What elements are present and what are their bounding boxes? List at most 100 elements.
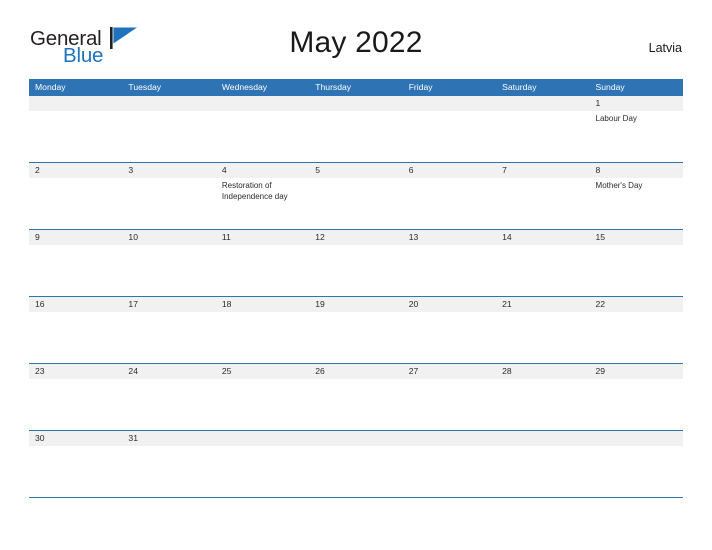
weekday-header-monday: Monday	[35, 82, 66, 92]
day-number	[502, 431, 589, 446]
calendar-day-empty	[309, 431, 402, 497]
calendar-week-row: 1 Labour Day	[29, 96, 683, 162]
calendar-day-empty	[403, 96, 496, 162]
day-events: Mother's Day	[596, 180, 683, 191]
day-number: 7	[502, 165, 507, 175]
day-number	[35, 96, 122, 111]
day-number	[315, 431, 402, 446]
calendar-day-cell[interactable]: 8 Mother's Day	[590, 163, 683, 229]
calendar-day-cell[interactable]: 23	[29, 364, 122, 430]
calendar-day-cell[interactable]: 2	[29, 163, 122, 229]
day-number: 20	[408, 299, 419, 309]
calendar-day-empty	[122, 96, 215, 162]
calendar-bottom-rule	[29, 497, 683, 498]
calendar-day-empty	[590, 431, 683, 497]
calendar-day-cell[interactable]: 13	[403, 230, 496, 296]
holiday-event-label: Mother's Day	[595, 181, 643, 190]
day-number: 19	[315, 299, 325, 309]
calendar-day-cell[interactable]: 20	[403, 297, 496, 363]
calendar-day-cell[interactable]: 5	[309, 163, 402, 229]
page-title: May 2022	[289, 26, 423, 59]
weekday-header-wednesday: Wednesday	[221, 82, 268, 92]
calendar-day-cell[interactable]: 30	[29, 431, 122, 497]
page-header: General Blue May 2022 Latvia	[0, 0, 712, 67]
day-number	[222, 431, 309, 446]
holiday-event-label: Restoration of Independence day	[221, 181, 288, 201]
calendar-day-cell[interactable]: 14	[496, 230, 589, 296]
day-number: 29	[595, 366, 606, 376]
week-days: 16 17 18 19 20 21 22	[29, 297, 683, 363]
calendar-day-cell[interactable]: 19	[309, 297, 402, 363]
day-number: 6	[408, 165, 414, 175]
day-number: 4	[221, 165, 227, 175]
week-days: 1 Labour Day	[29, 96, 683, 162]
day-number: 3	[128, 165, 134, 175]
calendar-day-cell[interactable]: 4 Restoration of Independence day	[216, 163, 309, 229]
calendar-day-cell[interactable]: 17	[122, 297, 215, 363]
calendar-day-cell[interactable]: 6	[403, 163, 496, 229]
calendar-day-cell[interactable]: 24	[122, 364, 215, 430]
calendar-week-row: 30 31	[29, 430, 683, 497]
calendar-day-empty	[496, 96, 589, 162]
calendar-day-cell[interactable]: 1 Labour Day	[590, 96, 683, 162]
calendar-day-empty	[216, 96, 309, 162]
week-days: 23 24 25 26 27 28 29	[29, 364, 683, 430]
calendar-day-empty	[496, 431, 589, 497]
day-number: 12	[315, 232, 325, 242]
day-number: 10	[128, 232, 138, 242]
day-number: 8	[595, 165, 601, 175]
day-number: 14	[502, 232, 512, 242]
calendar-grid: Monday Tuesday Wednesday Thursday Friday Satu…	[29, 79, 683, 498]
weekday-header-saturday: Saturday	[502, 82, 537, 92]
calendar-day-cell[interactable]: 31	[122, 431, 215, 497]
day-number	[315, 96, 402, 111]
day-number: 16	[35, 299, 45, 309]
calendar-day-cell[interactable]: 11	[216, 230, 309, 296]
day-number: 27	[408, 366, 419, 376]
calendar-day-cell[interactable]: 27	[403, 364, 496, 430]
calendar-day-empty	[403, 431, 496, 497]
calendar-day-cell[interactable]: 28	[496, 364, 589, 430]
calendar-day-empty	[216, 431, 309, 497]
day-number: 31	[128, 433, 138, 443]
calendar-day-cell[interactable]: 26	[309, 364, 402, 430]
calendar-week-row: 2 3 4 Restoration of Independence day 5 6 7 8 Mo…	[29, 162, 683, 229]
day-number: 26	[315, 366, 325, 376]
day-number: 18	[221, 299, 232, 309]
day-number	[409, 431, 496, 446]
weekday-header-row: Monday Tuesday Wednesday Thursday Friday Satu…	[29, 79, 683, 96]
day-number	[502, 96, 589, 111]
calendar-day-cell[interactable]: 12	[309, 230, 402, 296]
day-number: 2	[35, 165, 40, 175]
calendar-day-cell[interactable]: 9	[29, 230, 122, 296]
day-number: 30	[35, 433, 45, 443]
calendar-day-cell[interactable]: 16	[29, 297, 122, 363]
day-number: 9	[35, 232, 40, 242]
day-number: 1	[595, 98, 601, 108]
day-number: 23	[35, 366, 45, 376]
calendar-day-cell[interactable]: 29	[590, 364, 683, 430]
calendar-day-cell[interactable]: 18	[216, 297, 309, 363]
calendar-day-cell[interactable]: 3	[122, 163, 215, 229]
week-days: 2 3 4 Restoration of Independence day 5 6 7 8 Mo…	[29, 163, 683, 229]
calendar-day-cell[interactable]: 25	[216, 364, 309, 430]
weekday-header-friday: Friday	[408, 82, 433, 92]
calendar-page: General Blue May 2022 Latvia Monday Tuesd…	[0, 0, 712, 550]
day-number: 24	[128, 366, 138, 376]
calendar-day-cell[interactable]: 7	[496, 163, 589, 229]
calendar-day-cell[interactable]: 15	[590, 230, 683, 296]
calendar-day-empty	[29, 96, 122, 162]
calendar-week-row: 16 17 18 19 20 21 22	[29, 296, 683, 363]
day-number: 25	[221, 366, 232, 376]
day-number	[128, 96, 215, 111]
day-number: 11	[221, 232, 231, 242]
day-number: 22	[595, 299, 606, 309]
calendar-day-cell[interactable]: 10	[122, 230, 215, 296]
day-number	[222, 96, 309, 111]
calendar-weeks: 1 Labour Day 2 3 4 Restoration of Independenc…	[29, 96, 683, 497]
weekday-header-tuesday: Tuesday	[128, 82, 162, 92]
calendar-day-cell[interactable]: 21	[496, 297, 589, 363]
calendar-day-cell[interactable]: 22	[590, 297, 683, 363]
weekday-header-thursday: Thursday	[315, 82, 352, 92]
weekday-header-sunday: Sunday	[595, 82, 625, 92]
